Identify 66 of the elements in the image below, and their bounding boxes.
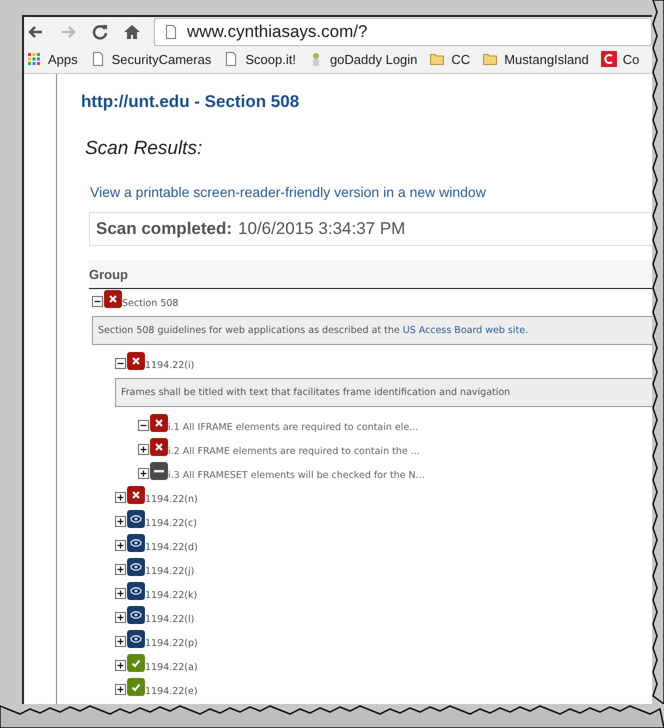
home-icon[interactable]	[122, 22, 142, 42]
letter-tile-icon	[600, 51, 617, 67]
status-icon	[127, 510, 145, 528]
status-icon	[127, 630, 145, 648]
status-icon	[127, 558, 145, 576]
tree-item-label[interactable]: 1194.22(l)	[145, 614, 194, 625]
page-icon	[163, 24, 179, 40]
collapse-icon[interactable]	[138, 420, 149, 431]
apps-grid-icon	[26, 51, 42, 67]
scan-time: 10/6/2015 3:34:37 PM	[238, 219, 406, 239]
expand-icon[interactable]	[115, 564, 126, 575]
status-icon	[127, 654, 145, 672]
tree-item-label[interactable]: 1194.22(p)	[145, 638, 198, 649]
status-icon	[150, 438, 168, 456]
folder-icon	[482, 51, 498, 67]
tree-item-label[interactable]: 1194.22(k)	[145, 590, 198, 601]
tree-item-label[interactable]: 1194.22(n)	[145, 494, 198, 505]
bookmark[interactable]: goDaddy Login	[308, 51, 418, 67]
tree-item-label[interactable]: i.3 All FRAMESET elements will be checked for the N...	[168, 470, 425, 481]
collapse-icon[interactable]	[115, 358, 126, 369]
tree-item-label[interactable]: 1194.22(j)	[145, 566, 194, 577]
tree-item-label[interactable]: i.2 All FRAME elements are required to contain the ...	[168, 446, 420, 457]
address-bar[interactable]: www.cynthiasays.com/?	[154, 18, 652, 46]
page-title-link[interactable]: http://unt.edu - Section 508	[81, 92, 300, 112]
description-box: Section 508 guidelines for web applications as described at the US Access Board web site.	[92, 316, 652, 345]
status-icon	[127, 486, 145, 504]
bookmark[interactable]: CC	[429, 51, 470, 67]
expand-icon[interactable]	[115, 540, 126, 551]
collapse-icon[interactable]	[92, 296, 103, 307]
printable-version-link[interactable]: View a printable screen-reader-friendly version in a new window	[90, 184, 486, 200]
status-icon	[127, 678, 145, 696]
url-text: www.cynthiasays.com/?	[187, 22, 368, 42]
expand-icon[interactable]	[115, 516, 126, 527]
description-box: Frames shall be titled with text that facilitates frame identification and navigation	[115, 378, 652, 407]
scan-results-heading: Scan Results:	[85, 138, 202, 160]
bookmark[interactable]: Apps	[26, 51, 78, 67]
expand-icon[interactable]	[138, 444, 149, 455]
bookmark[interactable]: Co	[600, 51, 640, 67]
status-icon	[127, 606, 145, 624]
tree-item-label[interactable]: i.1 All IFRAME elements are required to contain ele...	[168, 422, 418, 433]
status-icon	[150, 414, 168, 432]
expand-icon[interactable]	[115, 684, 126, 695]
expand-icon[interactable]	[115, 612, 126, 623]
reload-icon[interactable]	[90, 22, 110, 42]
tree-item-label[interactable]: 1194.22(c)	[145, 518, 197, 529]
expand-icon[interactable]	[138, 468, 149, 479]
tree-item-label[interactable]: 1194.22(a)	[145, 662, 198, 673]
scan-completed-label: Scan completed:	[96, 219, 232, 239]
tree-item-label[interactable]: 1194.22(e)	[145, 686, 198, 697]
folder-icon	[429, 51, 446, 67]
expand-icon[interactable]	[115, 492, 126, 503]
group-column-label: Group	[89, 267, 128, 282]
status-icon	[150, 462, 168, 480]
tree-item-label[interactable]: 1194.22(i)	[145, 360, 194, 371]
status-icon	[127, 534, 145, 552]
status-icon	[127, 582, 145, 600]
access-board-link[interactable]: US Access Board web site.	[402, 325, 528, 336]
tree-item-label[interactable]: Section 508	[122, 298, 178, 309]
expand-icon[interactable]	[115, 588, 126, 599]
expand-icon[interactable]	[115, 636, 126, 647]
status-icon	[127, 352, 145, 370]
bookmark[interactable]: MustangIsland	[482, 51, 589, 67]
tree-item-label[interactable]: 1194.22(d)	[145, 542, 198, 553]
bookmark[interactable]: Scoop.it!	[223, 51, 296, 67]
bookmark[interactable]: SecurityCameras	[90, 51, 212, 67]
expand-icon[interactable]	[115, 660, 126, 671]
